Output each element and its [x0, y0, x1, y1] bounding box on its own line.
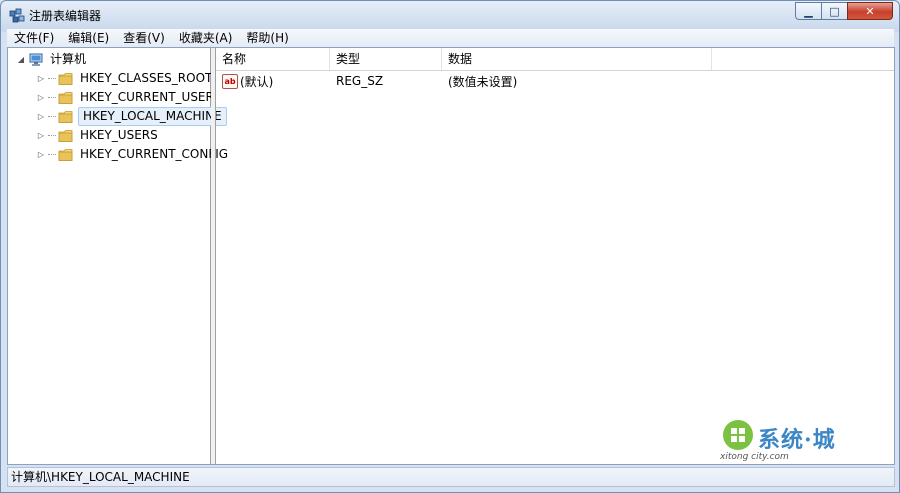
menu-view[interactable]: 查看(V) — [116, 29, 172, 47]
collapse-arrow-icon[interactable]: ◢ — [16, 55, 26, 65]
client-area: ◢ 计算机 ▷ HKEY_CLASSES_ROOT ▷ HKEY_CURRENT… — [7, 47, 895, 465]
menu-help[interactable]: 帮助(H) — [239, 29, 295, 47]
table-row[interactable]: ab (默认) REG_SZ (数值未设置) — [216, 71, 712, 91]
value-name: (默认) — [240, 74, 274, 89]
folder-icon — [58, 148, 73, 161]
folder-icon — [58, 91, 73, 104]
expand-arrow-icon[interactable]: ▷ — [36, 112, 46, 122]
watermark-url: xitong city.com — [720, 452, 789, 462]
folder-icon — [58, 72, 73, 85]
tree-item-hkey-current-config[interactable]: ▷ HKEY_CURRENT_CONFIG — [36, 145, 230, 164]
maximize-button[interactable]: □ — [821, 2, 847, 20]
key-tree-pane[interactable]: ◢ 计算机 ▷ HKEY_CLASSES_ROOT ▷ HKEY_CURRENT… — [8, 48, 228, 464]
column-header-type[interactable]: 类型 — [330, 48, 442, 70]
expand-arrow-icon[interactable]: ▷ — [36, 131, 46, 141]
window-title: 注册表编辑器 — [29, 9, 102, 23]
watermark-logo-icon — [723, 420, 753, 450]
tree-connector — [48, 116, 56, 117]
tree-item-label: HKEY_CURRENT_USER — [80, 90, 214, 104]
folder-icon — [58, 110, 73, 123]
menu-bar: 文件(F) 编辑(E) 查看(V) 收藏夹(A) 帮助(H) — [7, 29, 894, 47]
tree-item-label: 计算机 — [50, 52, 87, 66]
tree-item-hkey-classes-root[interactable]: ▷ HKEY_CLASSES_ROOT — [36, 69, 214, 88]
title-bar[interactable]: 注册表编辑器 ▁ □ ✕ — [1, 1, 899, 29]
expand-arrow-icon[interactable]: ▷ — [36, 74, 46, 84]
value-name-cell: ab (默认) — [216, 73, 330, 90]
tree-item-hkey-users[interactable]: ▷ HKEY_USERS — [36, 126, 160, 145]
close-button[interactable]: ✕ — [847, 2, 893, 20]
string-value-icon: ab — [222, 73, 238, 89]
status-path: 计算机\HKEY_LOCAL_MACHINE — [11, 470, 190, 484]
status-bar: 计算机\HKEY_LOCAL_MACHINE — [7, 467, 895, 487]
tree-item-hkey-local-machine[interactable]: ▷ HKEY_LOCAL_MACHINE — [36, 107, 227, 126]
watermark-text: 系统·城 — [758, 427, 836, 453]
menu-favorites[interactable]: 收藏夹(A) — [172, 29, 240, 47]
tree-item-label: HKEY_CLASSES_ROOT — [80, 71, 213, 85]
expand-arrow-icon[interactable]: ▷ — [36, 150, 46, 160]
value-data: (数值未设置) — [448, 74, 518, 89]
tree-item-label: HKEY_LOCAL_MACHINE — [78, 107, 227, 126]
tree-connector — [48, 97, 56, 98]
expand-arrow-icon[interactable]: ▷ — [36, 93, 46, 103]
menu-file[interactable]: 文件(F) — [7, 29, 61, 47]
registry-editor-icon — [9, 8, 25, 23]
tree-connector — [48, 154, 56, 155]
list-header: 名称 类型 数据 — [216, 48, 894, 71]
value-list-pane[interactable]: 名称 类型 数据 ab (默认) REG_SZ (数值未设置) — [216, 48, 894, 464]
computer-icon — [29, 53, 43, 66]
window-controls: ▁ □ ✕ — [795, 2, 893, 20]
menu-edit[interactable]: 编辑(E) — [61, 29, 116, 47]
tree-item-label: HKEY_CURRENT_CONFIG — [80, 147, 229, 161]
minimize-button[interactable]: ▁ — [795, 2, 821, 20]
watermark: 系统·城 xitong city.com — [720, 418, 868, 466]
tree-connector — [48, 78, 56, 79]
folder-icon — [58, 129, 73, 142]
tree-item-computer[interactable]: ◢ 计算机 — [16, 50, 88, 69]
tree-item-label: HKEY_USERS — [80, 128, 158, 142]
registry-editor-window: 注册表编辑器 ▁ □ ✕ 文件(F) 编辑(E) 查看(V) 收藏夹(A) 帮助… — [0, 0, 900, 493]
tree-item-hkey-current-user[interactable]: ▷ HKEY_CURRENT_USER — [36, 88, 216, 107]
column-header-data[interactable]: 数据 — [442, 48, 712, 70]
value-type: REG_SZ — [336, 74, 384, 88]
column-header-name[interactable]: 名称 — [216, 48, 330, 70]
tree-connector — [48, 135, 56, 136]
